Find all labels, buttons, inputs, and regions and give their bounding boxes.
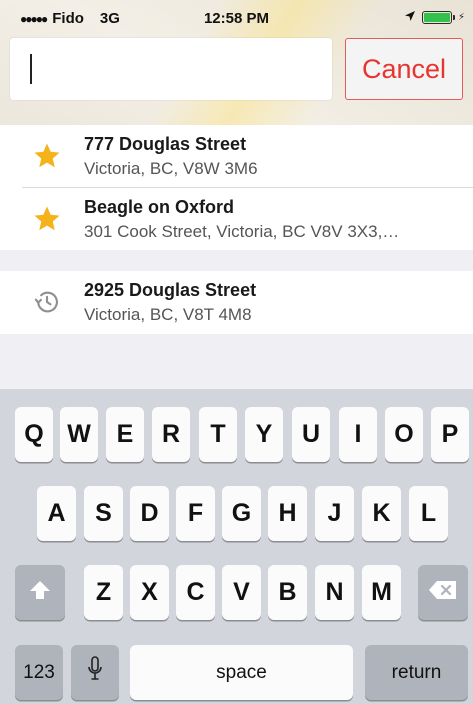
key-l[interactable]: L xyxy=(409,486,448,541)
place-address: Victoria, BC, V8W 3M6 xyxy=(84,159,258,178)
key-y[interactable]: Y xyxy=(245,407,283,462)
battery-icon xyxy=(421,11,455,24)
place-address: 301 Cook Street, Victoria, BC V8V 3X3,… xyxy=(84,222,400,241)
key-z[interactable]: Z xyxy=(84,565,123,620)
key-d[interactable]: D xyxy=(130,486,169,541)
key-n[interactable]: N xyxy=(315,565,354,620)
microphone-icon xyxy=(87,656,103,689)
keyboard: Q W E R T Y U I O P A S D F G H J K L Z … xyxy=(0,389,473,704)
search-input[interactable] xyxy=(10,38,332,100)
empty-area xyxy=(0,334,473,389)
key-i[interactable]: I xyxy=(339,407,377,462)
charging-bolt-icon: ⚡ xyxy=(457,12,465,23)
search-results: 777 Douglas Street Victoria, BC, V8W 3M6… xyxy=(0,125,473,333)
recents-list: 2925 Douglas Street Victoria, BC, V8T 4M… xyxy=(0,271,473,333)
dictation-key[interactable] xyxy=(71,645,119,700)
shift-key[interactable] xyxy=(15,565,65,620)
key-p[interactable]: P xyxy=(431,407,469,462)
place-title: Beagle on Oxford xyxy=(84,197,235,217)
list-item[interactable]: 777 Douglas Street Victoria, BC, V8W 3M6 xyxy=(0,125,473,187)
delete-icon xyxy=(428,578,458,607)
key-g[interactable]: G xyxy=(222,486,261,541)
place-title: 777 Douglas Street xyxy=(84,134,247,154)
cancel-button[interactable]: Cancel xyxy=(345,38,463,100)
shift-icon xyxy=(29,578,51,607)
key-b[interactable]: B xyxy=(268,565,307,620)
section-gap xyxy=(0,250,473,271)
key-a[interactable]: A xyxy=(37,486,76,541)
key-e[interactable]: E xyxy=(106,407,144,462)
status-bar: ●●●●● Fido 3G 12:58 PM ⚡ xyxy=(0,0,473,38)
key-k[interactable]: K xyxy=(362,486,401,541)
star-icon xyxy=(30,139,64,173)
status-time: 12:58 PM xyxy=(203,10,270,27)
key-c[interactable]: C xyxy=(176,565,215,620)
key-w[interactable]: W xyxy=(60,407,98,462)
star-icon xyxy=(30,202,64,236)
key-h[interactable]: H xyxy=(268,486,307,541)
key-u[interactable]: U xyxy=(292,407,330,462)
numbers-key[interactable]: 123 xyxy=(15,645,63,700)
delete-key[interactable] xyxy=(418,565,468,620)
key-t[interactable]: T xyxy=(199,407,237,462)
space-key[interactable]: space xyxy=(130,645,353,700)
place-title: 2925 Douglas Street xyxy=(84,280,257,300)
key-q[interactable]: Q xyxy=(15,407,53,462)
return-key[interactable]: return xyxy=(365,645,468,700)
key-j[interactable]: J xyxy=(315,486,354,541)
key-r[interactable]: R xyxy=(152,407,190,462)
location-arrow-icon xyxy=(404,9,416,26)
key-o[interactable]: O xyxy=(385,407,423,462)
key-f[interactable]: F xyxy=(176,486,215,541)
list-item[interactable]: Beagle on Oxford 301 Cook Street, Victor… xyxy=(0,188,473,250)
history-icon xyxy=(30,285,64,319)
key-s[interactable]: S xyxy=(84,486,123,541)
list-item[interactable]: 2925 Douglas Street Victoria, BC, V8T 4M… xyxy=(0,271,473,333)
text-caret xyxy=(30,54,32,84)
place-address: Victoria, BC, V8T 4M8 xyxy=(84,305,252,324)
favorites-list: 777 Douglas Street Victoria, BC, V8W 3M6… xyxy=(0,125,473,250)
key-m[interactable]: M xyxy=(362,565,401,620)
key-v[interactable]: V xyxy=(222,565,261,620)
key-x[interactable]: X xyxy=(130,565,169,620)
